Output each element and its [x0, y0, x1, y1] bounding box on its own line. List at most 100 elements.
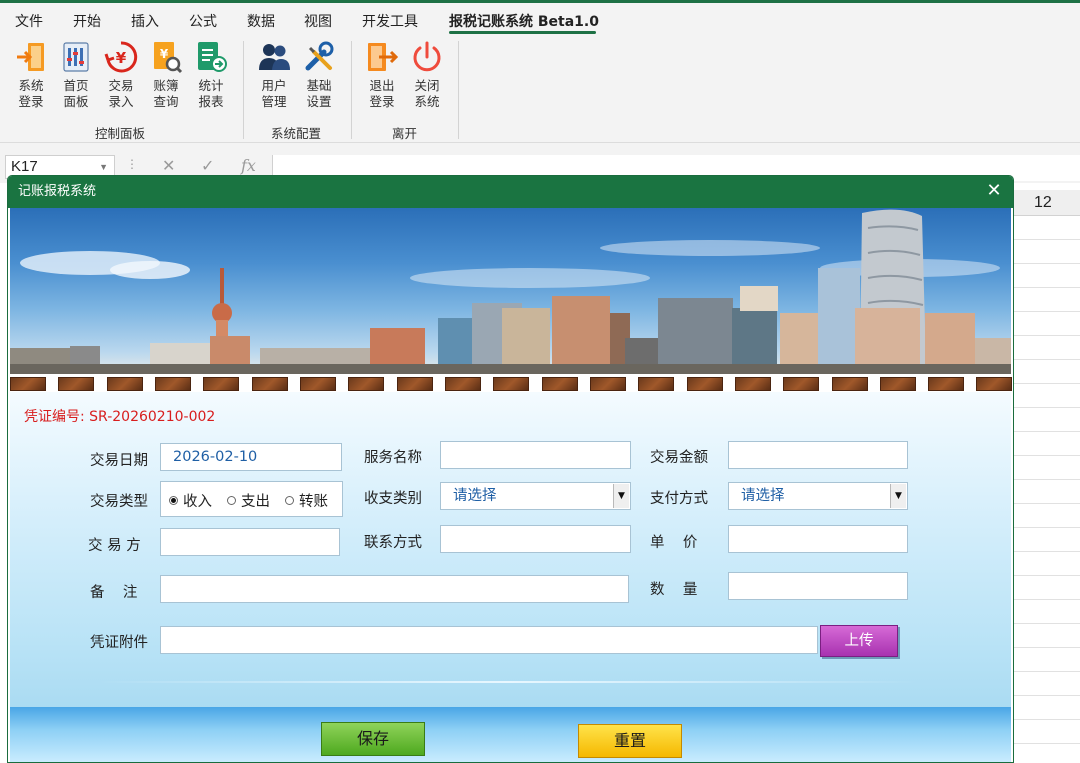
radio-empty-icon [285, 496, 294, 505]
brick [300, 377, 336, 391]
ledger-search-icon: ¥ [154, 42, 183, 74]
brick [735, 377, 771, 391]
power-icon [413, 41, 441, 72]
group-separator [458, 41, 459, 139]
report-export-icon [198, 42, 227, 72]
transaction-entry-label: 交易 录入 [108, 78, 134, 109]
city-skyline-banner [10, 208, 1011, 392]
ledger-query-button[interactable]: ¥ 账簿 查询 [146, 40, 186, 110]
radio-expense-label: 支出 [241, 494, 270, 510]
chevron-down-icon[interactable]: ▼ [890, 484, 906, 508]
brick [493, 377, 529, 391]
amount-input[interactable] [728, 441, 908, 469]
ledger-query-label: 账簿 查询 [153, 78, 179, 109]
brick [880, 377, 916, 391]
tab-formulas[interactable]: 公式 [189, 11, 217, 31]
label-party: 交 易 方 [88, 538, 141, 554]
yuan-exchange-icon: ¥ [104, 41, 138, 73]
service-input[interactable] [440, 441, 631, 469]
unit-price-input[interactable] [728, 525, 908, 553]
tab-home[interactable]: 开始 [73, 11, 101, 31]
brick [445, 377, 481, 391]
note-input[interactable] [160, 575, 629, 603]
ribbon-panel: 系统 登录 首页 面板 ¥ 交易 录入 ¥ 账簿 查询 统计 报表 控制面板 用… [0, 35, 1080, 143]
category-select-value: 请选择 [453, 488, 497, 504]
label-date: 交易日期 [90, 453, 148, 469]
radio-selected-icon [169, 496, 178, 505]
enter-icon[interactable]: ✓ [201, 156, 214, 175]
skyline-illustration [10, 209, 1011, 392]
transaction-type-group: 收入 支出 转账 [160, 481, 343, 517]
basic-settings-label: 基础 设置 [306, 78, 332, 109]
ribbon-tab-bar: 文件 开始 插入 公式 数据 视图 开发工具 报税记账系统 Beta1.0 [0, 3, 1080, 35]
dialog-title: 记账报税系统 [18, 184, 97, 199]
name-box-value: K17 [11, 158, 38, 175]
more-icon[interactable]: ⋮ [126, 157, 138, 171]
category-select[interactable]: 请选择 ▼ [440, 482, 631, 510]
close-system-button[interactable]: 关闭 系统 [407, 40, 447, 110]
radio-income[interactable]: 收入 [169, 490, 212, 511]
brick [832, 377, 868, 391]
label-attachment: 凭证附件 [90, 635, 148, 651]
system-login-button[interactable]: 系统 登录 [11, 40, 51, 110]
close-system-label: 关闭 系统 [414, 78, 440, 109]
radio-transfer[interactable]: 转账 [285, 490, 328, 511]
label-amount: 交易金额 [650, 450, 708, 466]
chevron-down-icon[interactable]: ▼ [613, 484, 629, 508]
logout-button[interactable]: 退出 登录 [362, 40, 402, 110]
close-icon[interactable]: ✕ [985, 182, 1003, 200]
user-management-button[interactable]: 用户 管理 [254, 40, 294, 110]
attachment-input[interactable] [160, 626, 818, 654]
dashboard-icon [63, 42, 89, 72]
users-icon [259, 44, 290, 70]
upload-button[interactable]: 上传 [820, 625, 898, 657]
decorative-line [98, 681, 918, 683]
dialog-titlebar: 记账报税系统 ✕ [8, 176, 1013, 208]
function-icon[interactable]: fx [241, 156, 256, 175]
transaction-entry-button[interactable]: ¥ 交易 录入 [101, 40, 141, 110]
date-input[interactable]: 2026-02-10 [160, 443, 342, 471]
tab-insert[interactable]: 插入 [131, 11, 159, 31]
login-icon [17, 43, 44, 71]
group-separator [351, 41, 352, 139]
save-button[interactable]: 保存 [321, 722, 425, 756]
radio-expense[interactable]: 支出 [227, 490, 270, 511]
brick [928, 377, 964, 391]
payment-select[interactable]: 请选择 ▼ [728, 482, 908, 510]
radio-transfer-label: 转账 [299, 494, 328, 510]
user-management-label: 用户 管理 [261, 78, 287, 109]
logout-label: 退出 登录 [369, 78, 395, 109]
tab-view[interactable]: 视图 [304, 11, 332, 31]
brick [107, 377, 143, 391]
brick [687, 377, 723, 391]
brick [348, 377, 384, 391]
tab-file[interactable]: 文件 [15, 11, 43, 31]
statistics-report-label: 统计 报表 [198, 78, 224, 109]
column-header[interactable]: 12 [1014, 190, 1080, 216]
label-quantity: 数 量 [650, 582, 698, 598]
statistics-report-button[interactable]: 统计 报表 [191, 40, 231, 110]
sheet-grid[interactable] [1014, 216, 1080, 763]
brick [203, 377, 239, 391]
label-service: 服务名称 [364, 450, 422, 466]
svg-text:¥: ¥ [116, 49, 127, 67]
home-panel-label: 首页 面板 [63, 78, 89, 109]
tab-tax-system[interactable]: 报税记账系统 Beta1.0 [449, 11, 599, 31]
reset-button[interactable]: 重置 [578, 724, 682, 758]
quantity-input[interactable] [728, 572, 908, 600]
logout-icon [368, 43, 399, 71]
label-note: 备 注 [90, 585, 138, 601]
brick [58, 377, 94, 391]
radio-income-label: 收入 [183, 494, 212, 510]
cancel-icon[interactable]: ✕ [162, 156, 175, 175]
contact-input[interactable] [440, 525, 631, 553]
brick [252, 377, 288, 391]
tab-data[interactable]: 数据 [247, 11, 275, 31]
home-panel-button[interactable]: 首页 面板 [56, 40, 96, 110]
party-input[interactable] [160, 528, 340, 556]
accounting-dialog: 记账报税系统 ✕ 凭证编号: SR-20260210-002 交易日期 2026… [7, 175, 1014, 763]
tab-developer[interactable]: 开发工具 [362, 11, 418, 31]
basic-settings-button[interactable]: 基础 设置 [299, 40, 339, 110]
group-label-leave: 离开 [392, 126, 418, 141]
radio-empty-icon [227, 496, 236, 505]
